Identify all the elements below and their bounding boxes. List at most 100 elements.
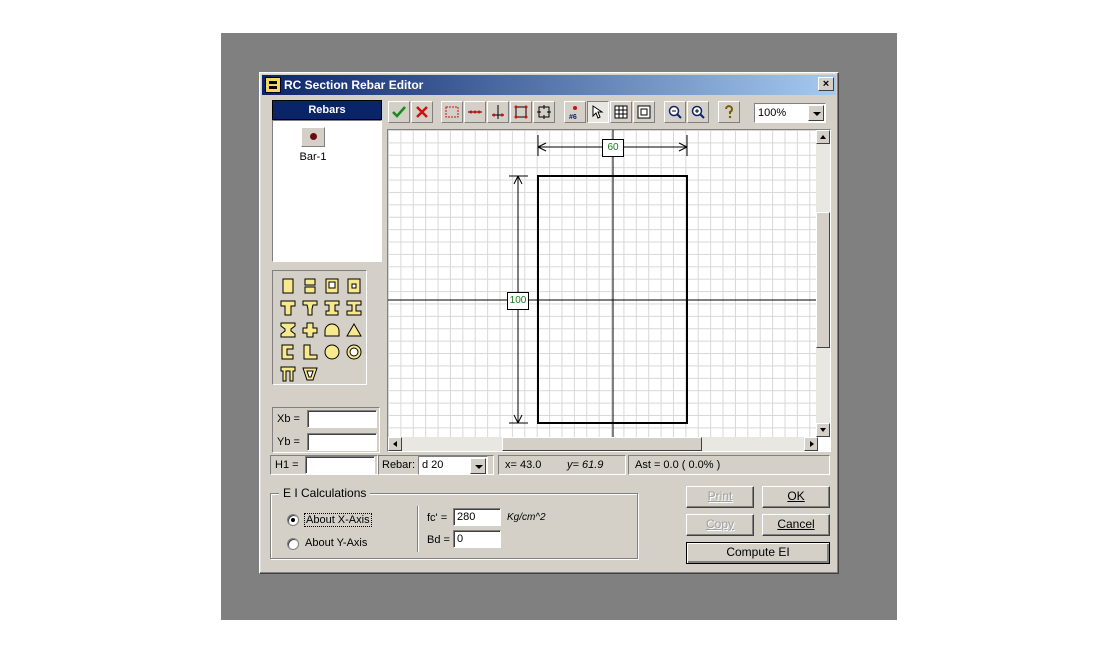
about-y-radio[interactable]: [287, 538, 299, 550]
rect-section-icon[interactable]: [279, 277, 297, 295]
accept-check-icon[interactable]: [388, 101, 410, 123]
h1-label: H1 =: [275, 459, 299, 471]
group-separator: [417, 506, 419, 552]
rebar-size-icon[interactable]: #6: [564, 101, 586, 123]
shapes-palette: [272, 270, 367, 385]
title-bar[interactable]: RC Section Rebar Editor ×: [262, 75, 836, 95]
print-label: Print: [707, 489, 733, 503]
ok-label: OK: [787, 489, 805, 503]
ring-section-icon[interactable]: [345, 343, 363, 361]
rebar-editor-window: RC Section Rebar Editor × Rebars Bar-1 X…: [259, 72, 839, 574]
compute-ei-button[interactable]: Compute EI: [686, 542, 830, 564]
l-section-icon[interactable]: [301, 343, 319, 361]
reject-cross-icon[interactable]: [411, 101, 433, 123]
i-section-icon[interactable]: [345, 299, 363, 317]
bd-input[interactable]: [453, 530, 501, 548]
tee-flanged-icon[interactable]: [301, 299, 319, 317]
grid-toggle-icon[interactable]: [610, 101, 632, 123]
yb-label: Yb =: [277, 436, 300, 448]
rebar-label: Bar-1: [299, 151, 327, 163]
xb-label: Xb =: [277, 413, 300, 425]
app-icon: [265, 77, 281, 93]
tee-variant-icon[interactable]: [323, 299, 341, 317]
trapezoid-section-icon[interactable]: [301, 365, 319, 383]
window-title: RC Section Rebar Editor: [284, 78, 424, 92]
vertical-scrollbar[interactable]: [816, 130, 830, 437]
fc-input[interactable]: [453, 508, 501, 526]
h1-box: H1 =: [270, 455, 378, 475]
chevron-down-icon[interactable]: [470, 458, 486, 474]
fc-unit: Kg/cm^2: [507, 512, 546, 523]
horizontal-scrollbar[interactable]: [388, 437, 818, 451]
fc-label: fc' =: [427, 512, 448, 524]
height-dimension-label[interactable]: 100: [507, 292, 529, 310]
print-button[interactable]: Print: [686, 486, 754, 508]
y-readout: y= 61.9: [567, 459, 604, 471]
horizontal-spacing-icon[interactable]: [464, 101, 486, 123]
rect-two-bars-icon[interactable]: [301, 277, 319, 295]
width-dimension-label[interactable]: 60: [602, 139, 624, 157]
rebars-list[interactable]: Bar-1: [272, 120, 382, 262]
hollow-rect-icon[interactable]: [323, 277, 341, 295]
zoom-select[interactable]: 100%: [754, 103, 826, 123]
tee-section-icon[interactable]: [279, 299, 297, 317]
rebar-label: Rebar:: [382, 459, 416, 471]
scroll-left-button[interactable]: [388, 437, 402, 451]
select-region-icon[interactable]: [441, 101, 463, 123]
section-drawing: [388, 130, 818, 437]
zoom-value: 100%: [758, 107, 787, 119]
rebar-size-select[interactable]: d 20: [418, 456, 488, 475]
bd-label: Bd =: [427, 534, 450, 546]
about-x-label[interactable]: About X-Axis: [304, 513, 372, 527]
vertical-scroll-thumb[interactable]: [816, 212, 830, 348]
close-button[interactable]: ×: [818, 77, 834, 91]
corner-bars-icon[interactable]: [533, 101, 555, 123]
about-y-label[interactable]: About Y-Axis: [305, 537, 367, 549]
h1-input[interactable]: [305, 456, 375, 474]
scroll-right-button[interactable]: [804, 437, 818, 451]
yb-input[interactable]: [307, 433, 377, 451]
toolbar: #6 100%: [386, 100, 830, 126]
ast-readout: Ast = 0.0 ( 0.0% ): [635, 459, 721, 471]
help-icon[interactable]: [718, 101, 740, 123]
copy-label: Copy: [705, 517, 734, 531]
chevron-down-icon[interactable]: [808, 105, 824, 121]
zoom-out-icon[interactable]: [664, 101, 686, 123]
horizontal-scroll-thumb[interactable]: [502, 437, 702, 451]
cross-section-icon[interactable]: [301, 321, 319, 339]
list-item[interactable]: Bar-1: [293, 127, 333, 163]
scroll-up-button[interactable]: [816, 130, 830, 144]
coordinate-readout: x= 43.0 y= 61.9: [498, 455, 626, 475]
scroll-down-button[interactable]: [816, 423, 830, 437]
xb-yb-box: Xb = Yb =: [272, 407, 380, 453]
double-tee-icon[interactable]: [279, 365, 297, 383]
circle-section-icon[interactable]: [323, 343, 341, 361]
pointer-tool-icon[interactable]: [587, 101, 609, 123]
svg-text:#6: #6: [569, 114, 577, 120]
xb-input[interactable]: [307, 410, 377, 428]
ei-calculations-group: E I Calculations About X-Axis About Y-Ax…: [270, 486, 638, 559]
x-readout: x= 43.0: [505, 459, 542, 471]
arch-section-icon[interactable]: [323, 321, 341, 339]
vertical-spacing-icon[interactable]: [487, 101, 509, 123]
channel-section-icon[interactable]: [279, 343, 297, 361]
ast-readout-box: Ast = 0.0 ( 0.0% ): [628, 455, 830, 475]
drawing-canvas[interactable]: 60 100: [387, 129, 831, 452]
ei-group-title: E I Calculations: [279, 486, 371, 500]
rebars-panel: Rebars Bar-1: [272, 100, 382, 262]
rebars-header: Rebars: [272, 100, 382, 120]
cancel-button[interactable]: Cancel: [762, 514, 830, 536]
rebar-icon: [301, 127, 325, 147]
zoom-in-icon[interactable]: [687, 101, 709, 123]
grid-area[interactable]: 60 100: [388, 130, 818, 437]
cancel-label: Cancel: [777, 517, 815, 531]
frame-toggle-icon[interactable]: [633, 101, 655, 123]
rebar-size-value: d 20: [422, 459, 444, 471]
hollow-rect-small-icon[interactable]: [345, 277, 363, 295]
ok-button[interactable]: OK: [762, 486, 830, 508]
triangle-section-icon[interactable]: [345, 321, 363, 339]
about-x-radio[interactable]: [287, 514, 299, 526]
i-section-alt-icon[interactable]: [279, 321, 297, 339]
perimeter-bars-icon[interactable]: [510, 101, 532, 123]
copy-button[interactable]: Copy: [686, 514, 754, 536]
